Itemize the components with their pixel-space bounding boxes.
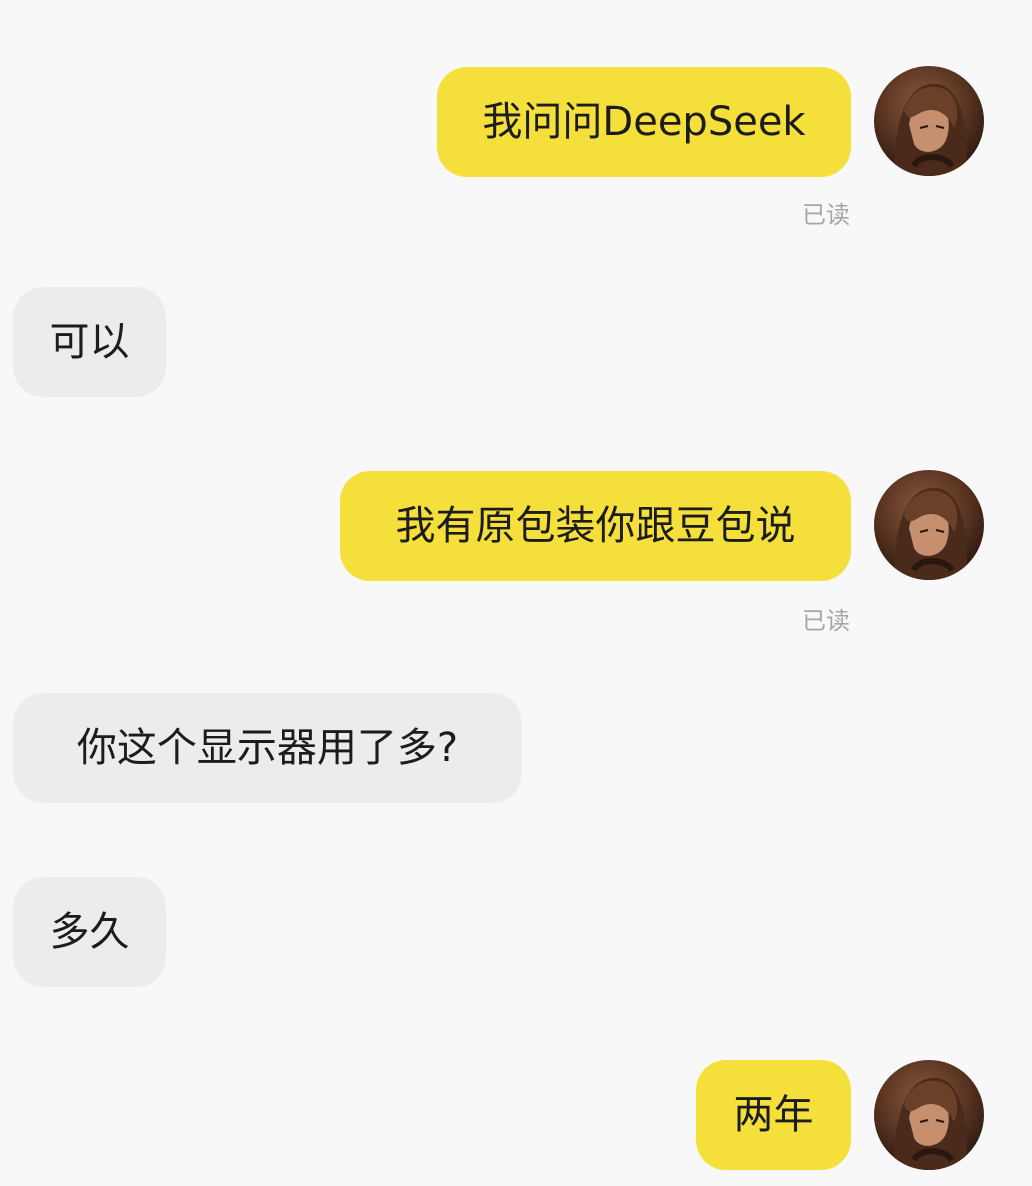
read-receipt: 已读 xyxy=(802,201,850,229)
outgoing-message-bubble[interactable]: 两年 xyxy=(696,1060,851,1170)
outgoing-message-bubble[interactable]: 我问问DeepSeek xyxy=(437,67,851,177)
incoming-message-bubble[interactable]: 多久 xyxy=(13,877,166,987)
user-avatar-icon[interactable] xyxy=(874,66,984,176)
incoming-message-bubble[interactable]: 可以 xyxy=(13,287,166,397)
incoming-message-bubble[interactable]: 你这个显示器用了多? xyxy=(13,693,522,803)
outgoing-message-bubble[interactable]: 我有原包装你跟豆包说 xyxy=(340,471,851,581)
user-avatar-icon[interactable] xyxy=(874,1060,984,1170)
chat-thread: 我问问DeepSeek 已读 可以 我有原包装你跟豆包说 已读 你这个显示器用了… xyxy=(0,0,1032,1186)
user-avatar-icon[interactable] xyxy=(874,470,984,580)
read-receipt: 已读 xyxy=(802,607,850,635)
